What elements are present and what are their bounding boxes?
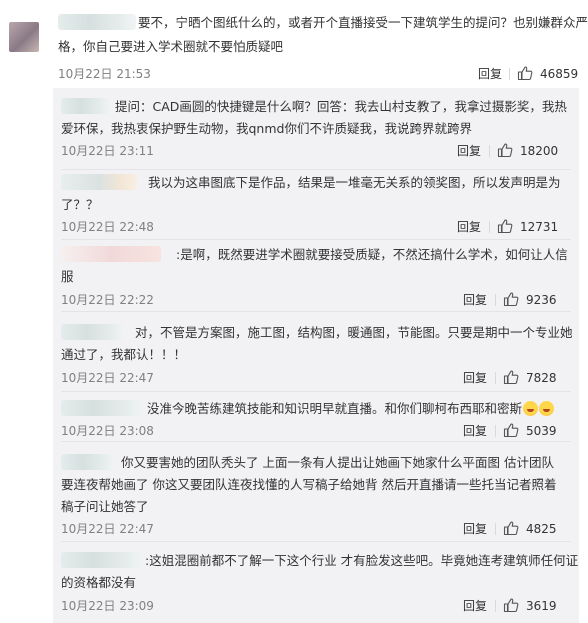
separator (489, 221, 490, 233)
replies-panel: 提问：CAD画圆的快捷键是什么啊？回答：我去山村支教了，我拿过摄影奖，我热 爱环… (53, 88, 579, 623)
like-count: 46859 (540, 67, 579, 81)
reply-button[interactable]: 回复 (463, 423, 487, 439)
reply-item: 对，不管是方案图，施工图，结构图，暖通图，节能图。只要是期中一个专业她 通过了，… (53, 312, 579, 392)
reply-text-line1: 我以为这串图底下是作品，结果是一堆毫无关系的领奖图，所以发声明是为 (148, 175, 561, 190)
main-comment: 要不，宁晒个图纸什么的，或者开个直播接受一下建筑学生的提问？也别嫌群众严 格，你… (0, 0, 588, 92)
username-blurred[interactable] (61, 454, 115, 470)
thumbs-up-icon (503, 597, 519, 616)
separator (489, 145, 490, 157)
separator (495, 372, 496, 384)
timestamp: 10月22日 21:53 (58, 67, 151, 81)
reply-text-line2: 了？？ (61, 197, 99, 212)
like-button[interactable]: 18200 (497, 142, 558, 160)
like-count: 4825 (526, 522, 557, 536)
reply-text-line1: :是啊，既然要进学术圈就要接受质疑，不然还搞什么学术，如何让人信 (176, 247, 568, 262)
reply-item: 提问：CAD画圆的快捷键是什么啊？回答：我去山村支教了，我拿过摄影奖，我热 爱环… (53, 88, 579, 170)
like-count: 18200 (520, 144, 559, 158)
reply-text-line2: 通过了，我都认！！！ (61, 347, 187, 362)
separator (495, 425, 496, 437)
like-count: 9236 (526, 293, 557, 307)
reply-text: 没准今晚苦练建筑技能和知识明早就直播。和你们聊柯布西耶和密斯 (147, 401, 523, 416)
reply-button[interactable]: 回复 (457, 143, 481, 159)
username-blurred[interactable] (61, 98, 111, 114)
username-blurred[interactable] (61, 552, 143, 568)
thumbs-up-icon (503, 291, 519, 310)
timestamp: 10月22日 22:47 (61, 522, 154, 536)
reply-item: :这姐混圈前都不了解一下这个行业 才有脸发这些吧。毕竟她连考建筑师任何证 的资格… (53, 542, 579, 623)
like-count: 5039 (526, 424, 557, 438)
reply-text-line2: 的资格都没有 (61, 575, 137, 590)
thumbs-up-icon (503, 520, 519, 539)
laughing-emoji-icon (523, 401, 539, 416)
reply-item: :是啊，既然要进学术圈就要接受质疑，不然还搞什么学术，如何让人信 服 10月22… (53, 240, 579, 312)
timestamp: 10月22日 23:08 (61, 424, 154, 438)
username-blurred[interactable] (61, 400, 143, 416)
laughing-emoji-icon (539, 401, 555, 416)
thumbs-up-icon (497, 218, 513, 237)
separator (509, 68, 510, 80)
reply-button[interactable]: 回复 (463, 292, 487, 308)
avatar[interactable] (9, 22, 39, 52)
reply-button[interactable]: 回复 (463, 598, 487, 614)
username-blurred[interactable] (61, 246, 161, 262)
reply-item: 你又要害她的团队秃头了 上面一条有人提出让她画下她家什么平面图 估计团队 要连夜… (53, 442, 579, 542)
like-button[interactable]: 46859 (517, 65, 578, 83)
username-blurred[interactable] (58, 14, 136, 30)
separator (495, 523, 496, 535)
reply-text-line1: 对，不管是方案图，施工图，结构图，暖通图，节能图。只要是期中一个专业她 (135, 325, 573, 340)
separator (495, 294, 496, 306)
reply-button[interactable]: 回复 (463, 370, 487, 386)
username-blurred[interactable] (61, 324, 125, 340)
reply-item: 我以为这串图底下是作品，结果是一堆毫无关系的领奖图，所以发声明是为 了？？ 10… (53, 170, 579, 240)
timestamp: 10月22日 23:09 (61, 599, 154, 613)
comment-text-line2: 格，你自己要进入学术圈就不要怕质疑吧 (58, 39, 284, 54)
like-count: 7828 (526, 371, 557, 385)
like-button[interactable]: 5039 (503, 422, 557, 440)
reply-button[interactable]: 回复 (478, 66, 502, 82)
reply-text-line1: 提问：CAD画圆的快捷键是什么啊？回答：我去山村支教了，我拿过摄影奖，我热 (115, 99, 567, 114)
like-button[interactable]: 3619 (503, 597, 557, 615)
reply-text-line2: 服 (61, 269, 74, 284)
reply-button[interactable]: 回复 (463, 521, 487, 537)
timestamp: 10月22日 22:47 (61, 371, 154, 385)
thumbs-up-icon (517, 65, 533, 84)
thumbs-up-icon (503, 369, 519, 388)
like-count: 12731 (520, 220, 559, 234)
thumbs-up-icon (497, 142, 513, 161)
like-button[interactable]: 7828 (503, 369, 557, 387)
timestamp: 10月22日 23:11 (61, 144, 154, 158)
reply-text-line2: 要连夜帮她画了 你这又要团队连夜找懂的人写稿子给她背 然后开直播请一些托当记者照… (61, 477, 557, 492)
like-button[interactable]: 9236 (503, 291, 557, 309)
like-button[interactable]: 4825 (503, 520, 557, 538)
reply-text-line2: 爱环保，我热衷保护野生动物，我qnmd你们不许质疑我，我说跨界就跨界 (61, 121, 472, 136)
separator (495, 600, 496, 612)
reply-item: 没准今晚苦练建筑技能和知识明早就直播。和你们聊柯布西耶和密斯 10月22日 23… (53, 392, 579, 442)
timestamp: 10月22日 22:22 (61, 293, 154, 307)
reply-text-line1: 没准今晚苦练建筑技能和知识明早就直播。和你们聊柯布西耶和密斯 (147, 398, 555, 419)
like-count: 3619 (526, 599, 557, 613)
reply-text-line1: 你又要害她的团队秃头了 上面一条有人提出让她画下她家什么平面图 估计团队 (121, 455, 554, 470)
like-button[interactable]: 12731 (497, 218, 558, 236)
reply-text-line3: 稿子问让她答了 (61, 499, 149, 514)
username-blurred[interactable] (61, 174, 137, 190)
comment-text-line1: 要不，宁晒个图纸什么的，或者开个直播接受一下建筑学生的提问？也别嫌群众严 (138, 15, 588, 30)
reply-button[interactable]: 回复 (457, 219, 481, 235)
timestamp: 10月22日 22:48 (61, 220, 154, 234)
thumbs-up-icon (503, 422, 519, 441)
reply-text-line1: :这姐混圈前都不了解一下这个行业 才有脸发这些吧。毕竟她连考建筑师任何证 (145, 553, 579, 568)
